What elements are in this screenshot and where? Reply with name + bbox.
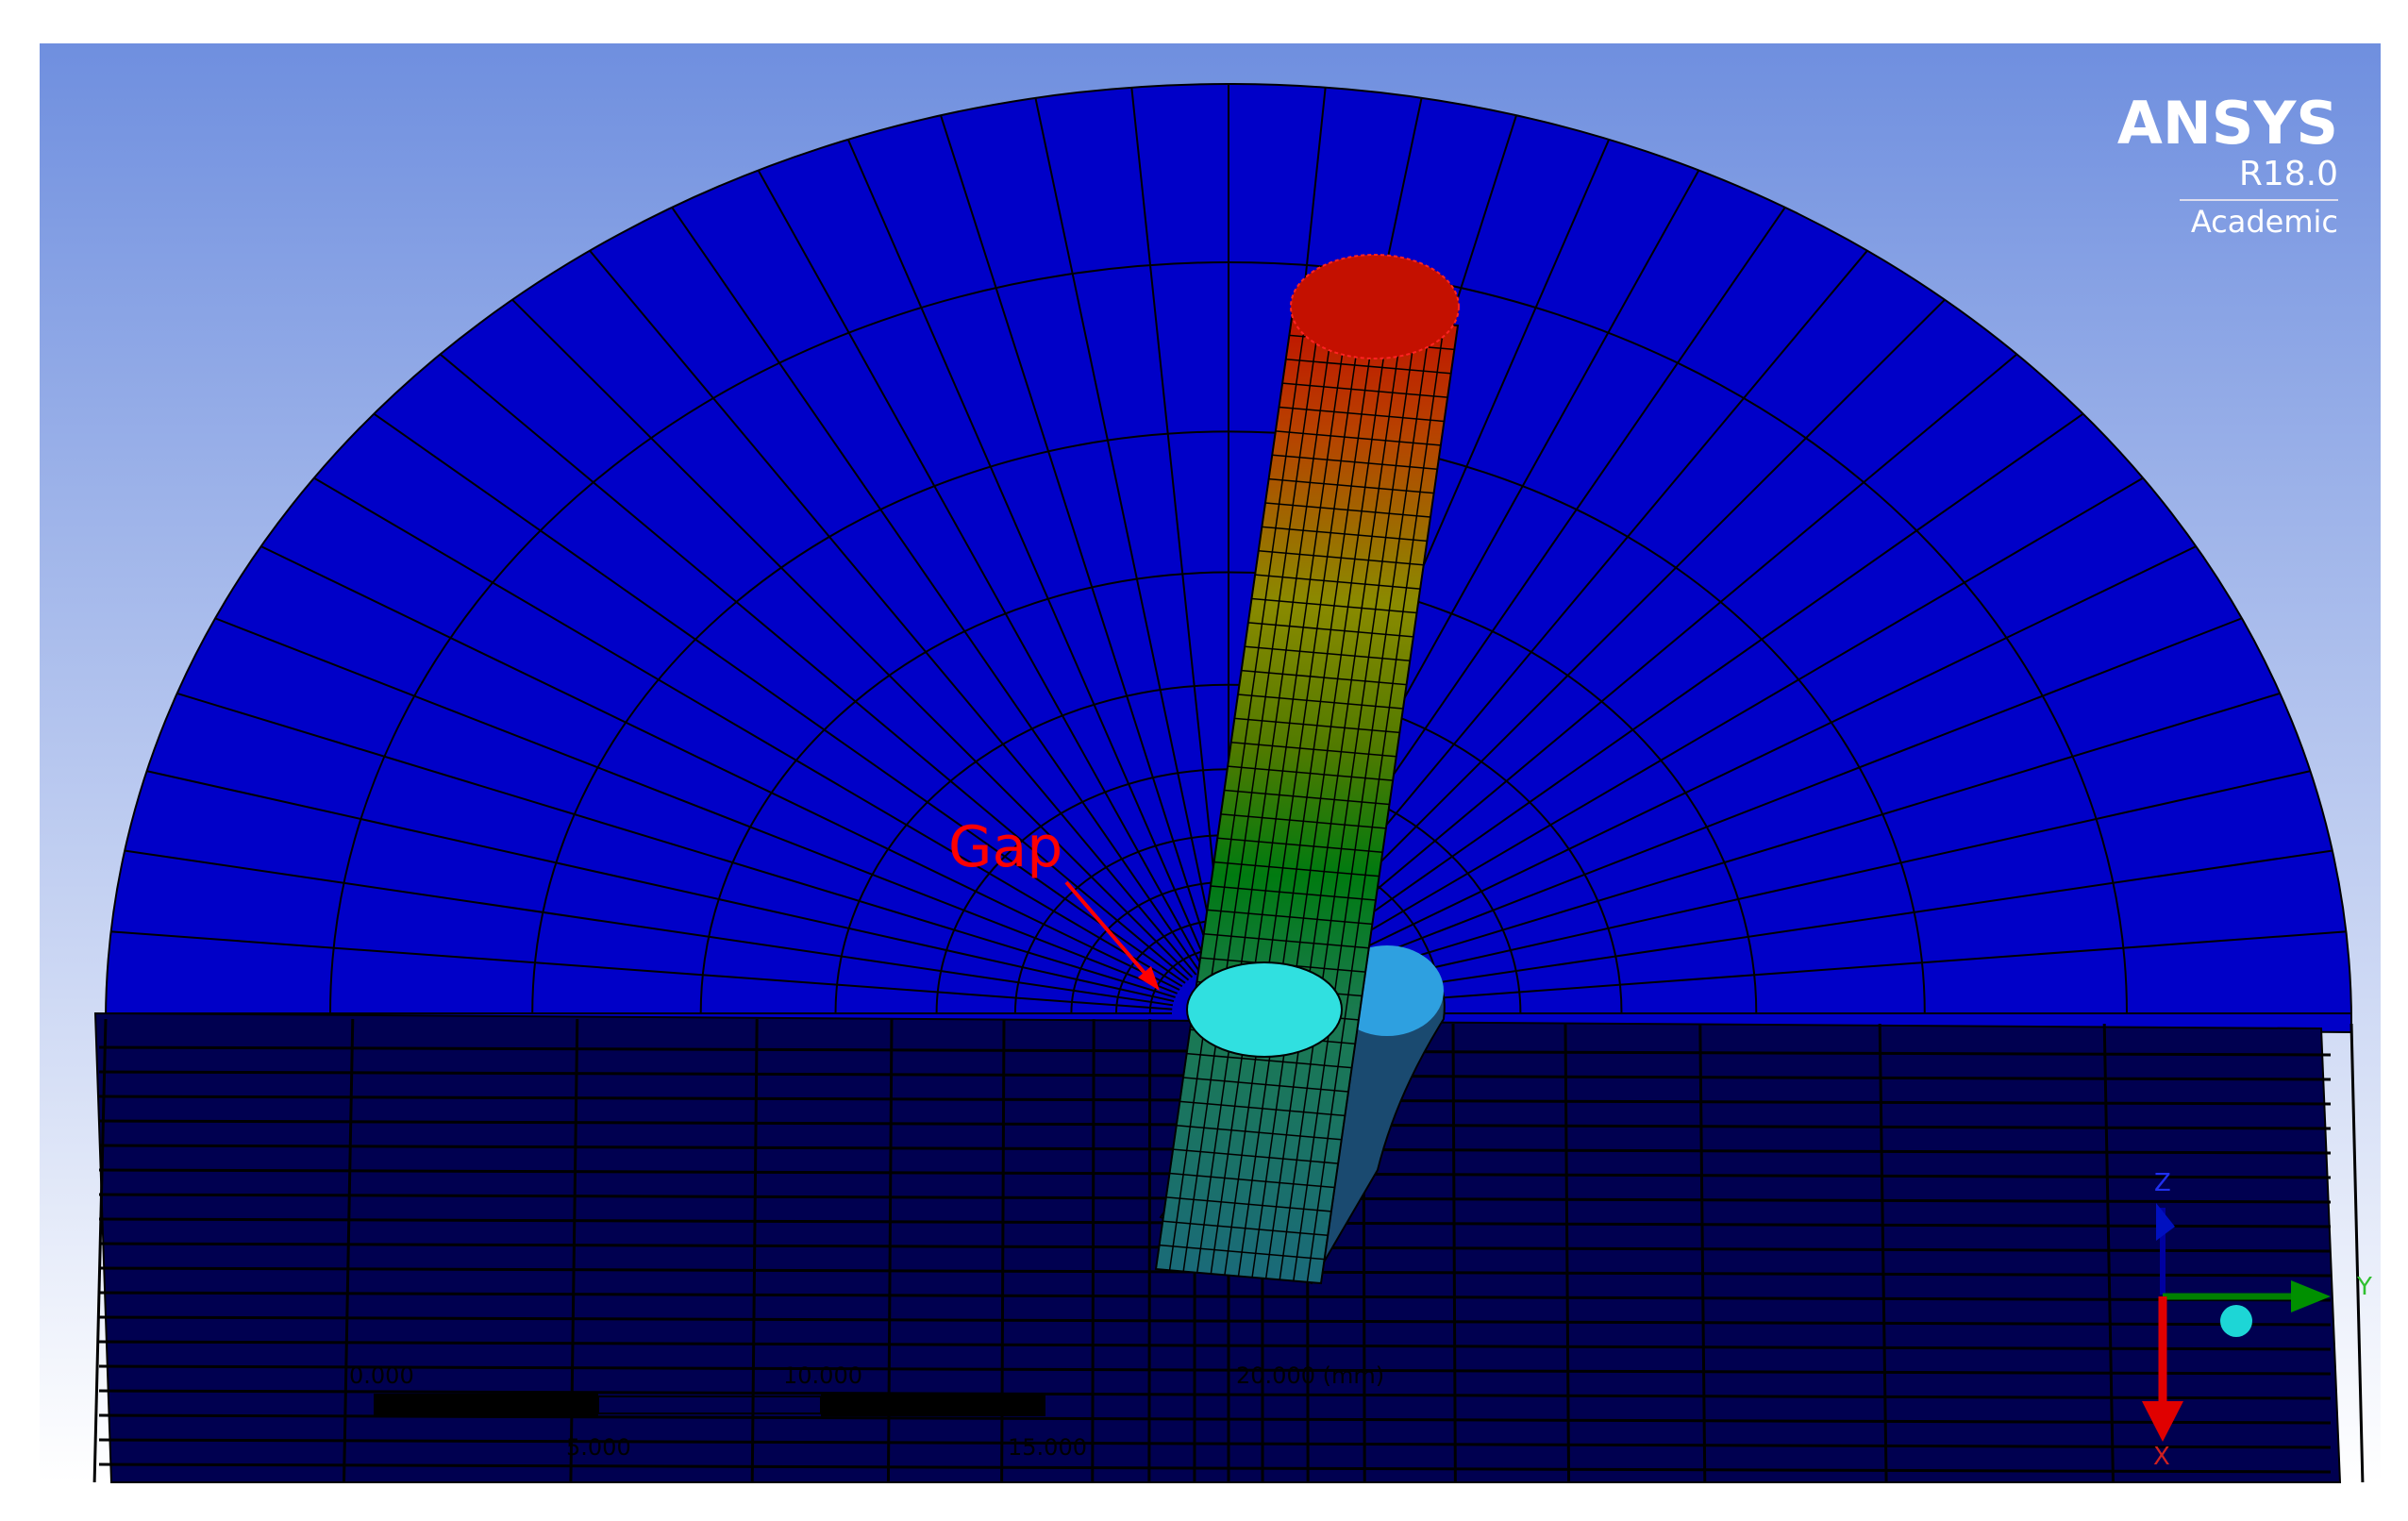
scale-label-10: 10.000: [783, 1362, 862, 1389]
scale-label-5: 5.000: [566, 1434, 631, 1461]
logo-edition: Academic: [2191, 204, 2338, 240]
axis-z-label: Z: [2154, 1169, 2171, 1197]
triad-sphere[interactable]: [2220, 1305, 2252, 1337]
graphics-viewport[interactable]: Gap ANSYS R18.0 Academic 0.000 10.000 20…: [0, 0, 2408, 1521]
axis-x-label: X: [2153, 1443, 2170, 1471]
scale-label-20: 20.000 (mm): [1236, 1362, 1384, 1389]
logo-version: R18.0: [2239, 155, 2338, 193]
rod-top-cap: [1290, 254, 1460, 359]
logo-brand: ANSYS: [2117, 89, 2338, 158]
axis-y-label: Y: [2356, 1273, 2372, 1301]
gap-label: Gap: [948, 814, 1062, 880]
scale-label-15: 15.000: [1008, 1434, 1087, 1461]
scale-label-0: 0.000: [349, 1362, 414, 1389]
rod-bottom-face: [1186, 961, 1343, 1058]
